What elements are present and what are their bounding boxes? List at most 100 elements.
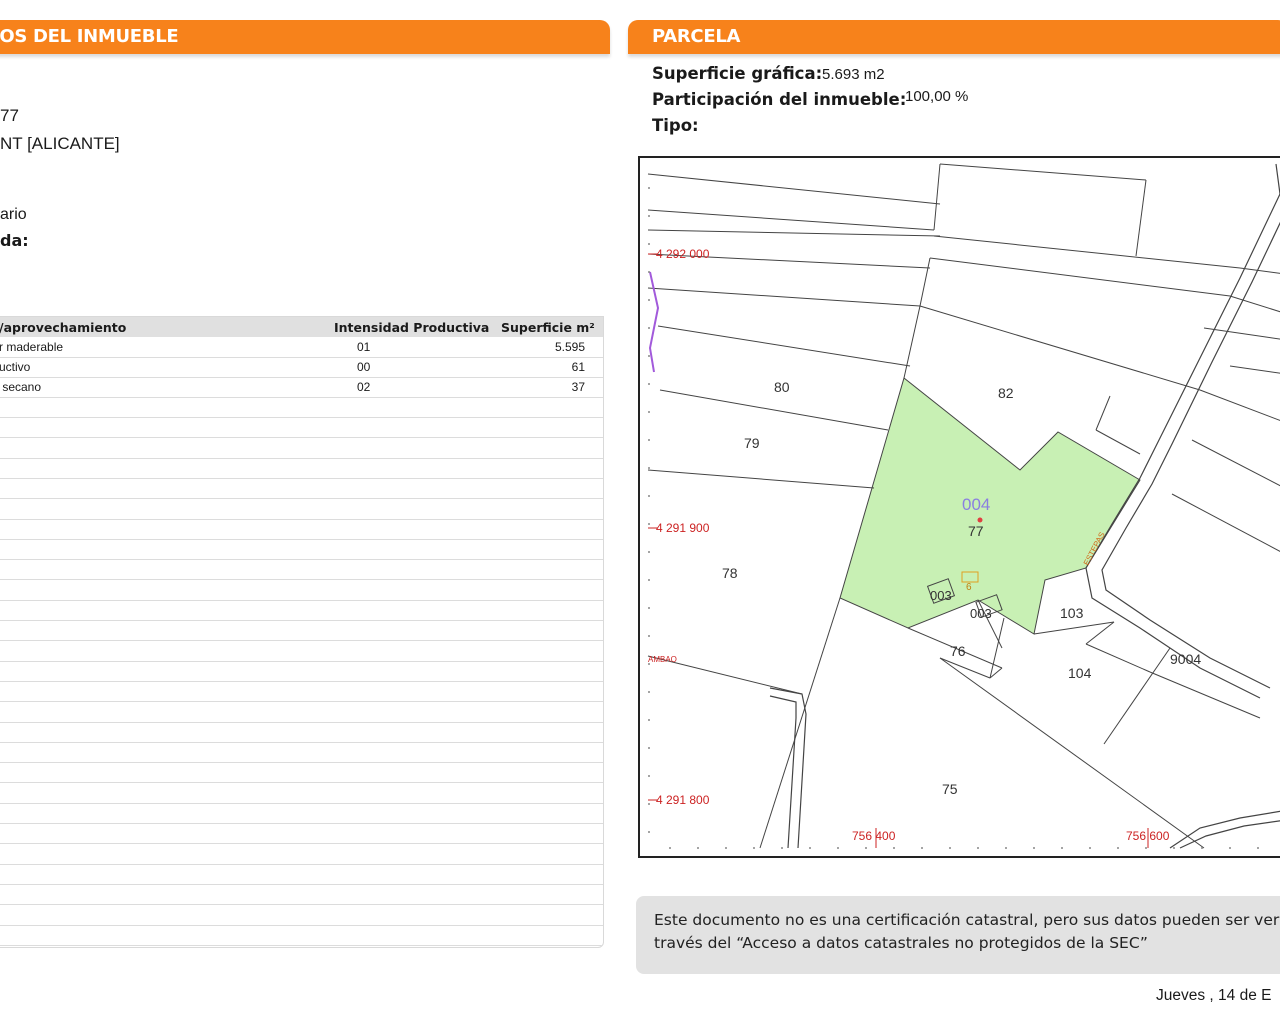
grid-dot [648,579,650,581]
table-row-empty [0,539,603,561]
table-row-empty [0,641,603,662]
grid-dot [921,847,923,849]
grid-dot [1145,847,1147,849]
grid-dot [648,635,650,637]
table-row-empty [0,702,603,723]
table-row-empty [0,499,603,520]
col-superficie: Superficie m² [501,320,595,335]
grid-dot [648,747,650,749]
table-row-empty [0,844,603,865]
grid-dot [753,847,755,849]
table-row-empty [0,783,603,804]
grid-dot [648,831,650,833]
grid-dot [1257,847,1259,849]
grid-dot [648,327,650,329]
municipal-boundary [648,271,660,373]
participacion-value: 100,00 % [905,88,969,105]
label-003a: 003 [930,588,952,603]
table-row-empty [0,905,603,926]
table-row: secano 02 37 [0,377,603,398]
grid-dot [669,847,671,849]
grid-dot [648,299,650,301]
grid-dot [949,847,951,849]
label-103: 103 [1060,605,1084,621]
table-row-empty [0,519,603,540]
grid-dot [781,847,783,849]
tipo-label: Tipo: [652,116,699,135]
grid-dot [648,383,650,385]
table-row-empty [0,580,603,601]
table-row-empty [0,864,603,885]
label-78: 78 [722,565,738,581]
grid-dot [648,243,650,245]
municipio-value: NT [ALICANTE] [0,134,120,153]
left-panel-title: VOS DEL INMUEBLE [0,26,179,47]
label-003b: 003 [970,606,992,621]
cell-cultivo: secano [0,380,42,394]
table-row-empty [0,823,603,845]
grid-dot [893,847,895,849]
cadastral-map-svg: 80 82 79 78 77 003 003 103 76 104 9004 7… [647,163,1280,849]
table-row-empty [0,742,603,764]
label-75: 75 [942,781,958,797]
left-panel-header: VOS DEL INMUEBLE [0,20,610,54]
grid-dot [1201,847,1203,849]
table-row-empty [0,803,603,824]
superficie-label: Superficie gráfica: [652,64,823,83]
table-row: uctivo 00 61 [0,357,603,378]
table-row-empty [0,925,603,946]
coord-y-bot: 4 291 800 [656,793,710,807]
cell-superficie: 37 [571,380,585,394]
parcela-header: PARCELA [628,20,1280,54]
table-row: r maderable 01 5.595 [0,337,603,358]
grid-dot [1033,847,1035,849]
grid-dot [837,847,839,849]
coord-y-top: 4 292 000 [656,247,710,261]
disclaimer-line-2: través del “Acceso a datos catastrales n… [654,934,1148,952]
parcel-map: 80 82 79 78 77 003 003 103 76 104 9004 7… [638,156,1280,858]
table-row-empty [0,600,603,621]
grid-dot [648,411,650,413]
cell-cultivo: uctivo [0,360,31,374]
grid-dot [648,691,650,693]
table-row-empty [0,417,603,439]
table-row-empty [0,681,603,703]
table-row-empty [0,620,603,642]
participacion-label: Participación del inmueble: [652,90,907,109]
grid-dot [648,215,650,217]
roadside-label: AMBAO [648,655,677,664]
coord-x-right: 756 600 [1126,829,1170,843]
table-row-empty [0,559,603,581]
cell-superficie: 61 [571,360,585,374]
grid-dot [1061,847,1063,849]
parcel-centroid [977,517,983,523]
cell-superficie: 5.595 [554,340,585,354]
grid-dot [977,847,979,849]
table-header: /aprovechamiento Intensidad Productiva S… [0,317,603,337]
grid-dot [648,271,650,273]
cell-intensidad: 01 [357,340,371,354]
grid-dot [648,439,650,441]
grid-dot [648,551,650,553]
grid-dot [648,775,650,777]
label-77: 77 [968,523,984,539]
coord-x-left: 756 400 [852,829,896,843]
footer-date: Jueves , 14 de E [1156,987,1272,1004]
grid-dot [648,803,650,805]
superficie-value: 5.693 m2 [822,66,885,83]
grid-dot [1089,847,1091,849]
grid-dot [648,495,650,497]
label-9004: 9004 [1170,651,1201,667]
label-80: 80 [774,379,790,395]
grid-dot [697,847,699,849]
table-row-empty [0,762,603,784]
grid-dot [648,467,650,469]
cell-intensidad: 02 [357,380,371,394]
cell-cultivo: r maderable [0,340,64,354]
cultivos-table: /aprovechamiento Intensidad Productiva S… [0,316,604,948]
grid-dot [1117,847,1119,849]
label-82: 82 [998,385,1014,401]
table-row-empty [0,884,603,906]
table-row-empty [0,458,603,479]
table-row-empty [0,661,603,682]
